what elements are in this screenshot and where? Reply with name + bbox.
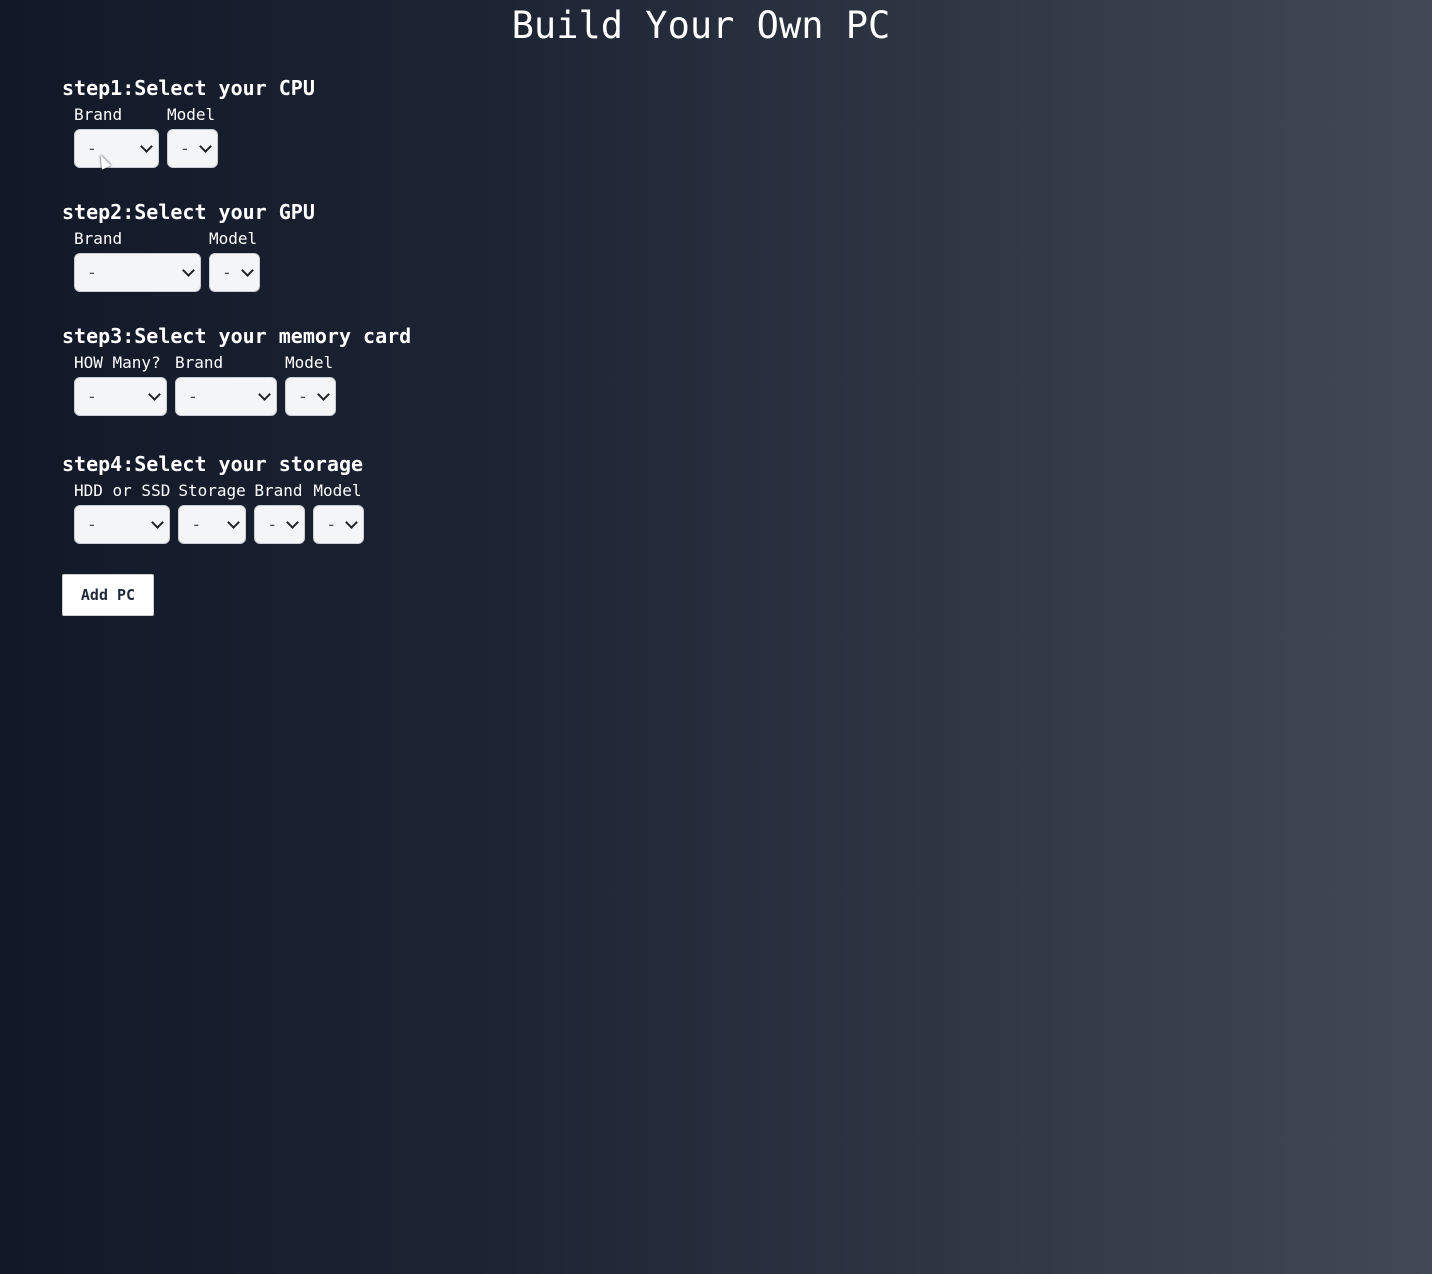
storage-type-label: HDD or SSD: [74, 481, 171, 500]
gpu-brand-select[interactable]: -: [74, 253, 201, 292]
storage-capacity-select[interactable]: -: [178, 505, 247, 544]
storage-brand-value: -: [269, 515, 276, 534]
chevron-down-icon: [140, 140, 153, 153]
gpu-brand-value: -: [89, 263, 95, 282]
chevron-down-icon: [151, 516, 164, 529]
storage-fields: HDD or SSD - Storage - Brand - Model -: [74, 481, 372, 544]
chevron-down-icon: [227, 516, 241, 529]
gpu-model-select[interactable]: -: [209, 253, 260, 292]
memory-model-label: Model: [285, 353, 334, 372]
cpu-brand-select[interactable]: -: [74, 129, 159, 168]
memory-fields: HOW Many? - Brand - Model -: [74, 353, 411, 416]
cpu-brand-field: Brand -: [74, 105, 159, 168]
memory-model-value: -: [300, 387, 306, 406]
storage-type-select[interactable]: -: [74, 505, 170, 544]
storage-type-field: HDD or SSD -: [74, 481, 170, 544]
gpu-brand-label: Brand: [74, 229, 123, 248]
memory-model-field: Model -: [285, 353, 336, 416]
gpu-fields: Brand - Model -: [74, 229, 315, 292]
storage-brand-field: Brand -: [254, 481, 306, 544]
cpu-model-value: -: [182, 139, 188, 158]
cpu-brand-label: Brand: [74, 105, 123, 124]
chevron-down-icon: [148, 388, 161, 401]
gpu-model-label: Model: [209, 229, 258, 248]
storage-brand-label: Brand: [254, 481, 303, 500]
memory-brand-field: Brand -: [175, 353, 277, 416]
storage-model-select[interactable]: -: [313, 505, 365, 544]
chevron-down-icon: [286, 516, 300, 529]
chevron-down-icon: [241, 264, 254, 277]
chevron-down-icon: [199, 140, 212, 153]
chevron-down-icon: [345, 516, 359, 529]
gpu-model-field: Model -: [209, 229, 260, 292]
memory-count-label: HOW Many?: [74, 353, 161, 372]
cpu-model-select[interactable]: -: [167, 129, 218, 168]
memory-brand-value: -: [190, 387, 196, 406]
step-heading-gpu: step2:Select your GPU: [62, 200, 315, 224]
memory-brand-label: Brand: [175, 353, 224, 372]
storage-model-label: Model: [313, 481, 362, 500]
chevron-down-icon: [258, 388, 271, 401]
step-heading-storage: step4:Select your storage: [62, 452, 364, 476]
memory-brand-select[interactable]: -: [175, 377, 277, 416]
gpu-model-value: -: [224, 263, 230, 282]
storage-brand-select[interactable]: -: [254, 505, 306, 544]
memory-count-value: -: [89, 387, 95, 406]
storage-model-value: -: [328, 515, 335, 534]
step-heading-cpu: step1:Select your CPU: [62, 76, 315, 100]
cpu-fields: Brand - Model -: [74, 105, 315, 168]
cpu-model-label: Model: [167, 105, 216, 124]
gpu-brand-field: Brand -: [74, 229, 201, 292]
add-pc-button[interactable]: Add PC: [62, 574, 154, 616]
memory-count-select[interactable]: -: [74, 377, 167, 416]
step-storage: step4:Select your storage HDD or SSD - S…: [62, 452, 372, 544]
storage-capacity-field: Storage -: [178, 481, 247, 544]
storage-capacity-value: -: [193, 515, 200, 534]
cpu-brand-value: -: [89, 139, 95, 158]
storage-type-value: -: [89, 515, 95, 534]
step-heading-memory: step3:Select your memory card: [62, 324, 412, 348]
storage-capacity-label: Storage: [178, 481, 246, 500]
storage-model-field: Model -: [313, 481, 365, 544]
page-title: Build Your Own PC: [511, 4, 891, 47]
step-gpu: step2:Select your GPU Brand - Model -: [62, 200, 315, 292]
memory-model-select[interactable]: -: [285, 377, 336, 416]
memory-count-field: HOW Many? -: [74, 353, 167, 416]
step-memory: step3:Select your memory card HOW Many? …: [62, 324, 411, 416]
chevron-down-icon: [317, 388, 330, 401]
cpu-model-field: Model -: [167, 105, 218, 168]
chevron-down-icon: [182, 264, 195, 277]
